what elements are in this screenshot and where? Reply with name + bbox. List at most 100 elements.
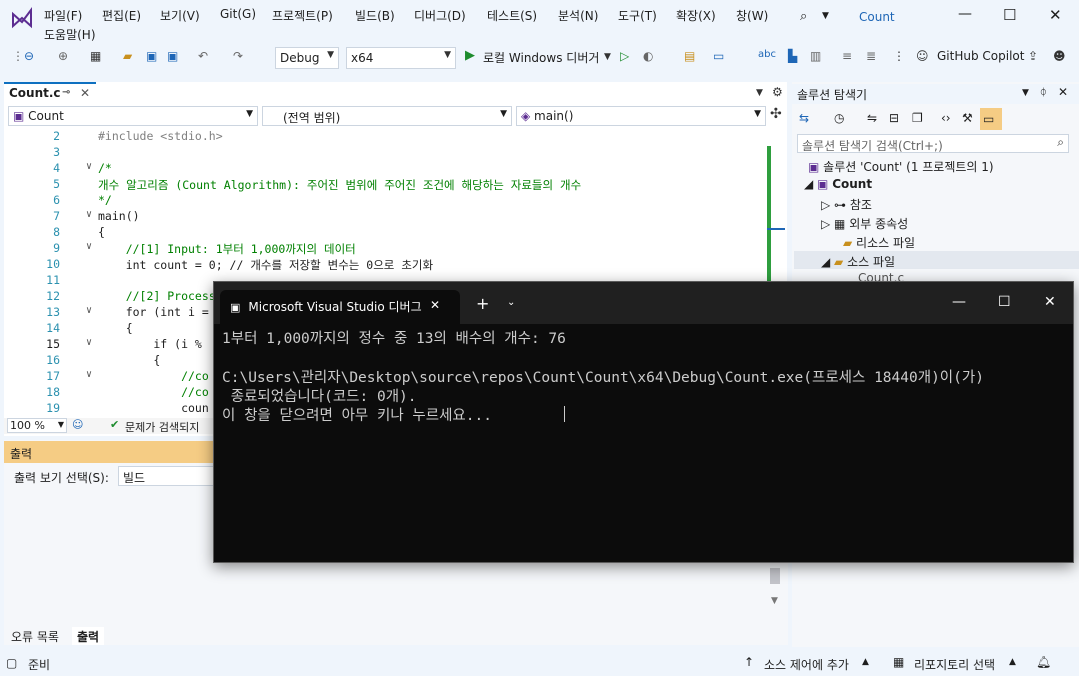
tree-project[interactable]: ◢ ▣ Count [804, 177, 872, 191]
scope-nav-select[interactable]: (전역 범위) ▼ [262, 106, 512, 126]
start-without-debug-icon[interactable]: ▷ [620, 49, 629, 63]
platform-select[interactable]: x64 ▼ [346, 47, 456, 69]
tab-list-icon[interactable]: ▼ [756, 88, 763, 98]
member-nav-select[interactable]: ◈ main() ▼ [516, 106, 766, 126]
tree-external-deps[interactable]: ▷ ▦ 외부 종속성 [821, 215, 908, 232]
editor-settings-icon[interactable]: ⚙ [772, 85, 783, 99]
fold-icon[interactable]: ∨ [86, 305, 92, 316]
split-editor-icon[interactable]: ✣ [770, 106, 782, 122]
scroll-down-icon[interactable]: ▼ [771, 596, 778, 606]
copilot-status-icon[interactable]: ☺ [72, 418, 83, 431]
console-close-button[interactable]: ✕ [1044, 294, 1056, 310]
menu-item[interactable]: 편집(E) [102, 7, 141, 24]
feedback-icon[interactable]: ☻ [1053, 49, 1066, 63]
navigate-forward-icon[interactable]: ⊕ [58, 49, 68, 63]
close-button[interactable]: ✕ [1049, 6, 1062, 24]
solution-search-input[interactable]: 솔루션 탐색기 검색(Ctrl+;) ⌕ [797, 134, 1069, 153]
console-minimize-button[interactable]: — [952, 294, 966, 310]
collapse-icon[interactable]: ⊟ [889, 111, 899, 125]
open-file-icon[interactable]: ▰ [123, 49, 132, 63]
output-source-select[interactable]: 빌드 [118, 466, 214, 486]
solution-icon: ▣ [808, 160, 824, 174]
save-icon[interactable]: ▣ [146, 49, 157, 63]
breakpoint-icon[interactable]: ▙ [788, 49, 797, 63]
navigate-back-icon[interactable]: ⊖ [24, 49, 34, 63]
menu-item[interactable]: 분석(N) [558, 7, 598, 24]
issues-status[interactable]: 문제가 검색되지 [125, 419, 199, 435]
notifications-icon[interactable]: 🔔︎ [1036, 655, 1051, 669]
back-icon[interactable]: ⇋ [867, 111, 877, 125]
save-all-icon[interactable]: ▣ [167, 49, 178, 63]
tree-external-deps-label: 외부 종속성 [849, 217, 909, 231]
new-tab-icon[interactable]: + [476, 294, 489, 313]
run-dropdown-icon[interactable]: ▼ [604, 52, 611, 62]
panel-menu-icon[interactable]: ▼ [1022, 88, 1029, 98]
pin-icon[interactable]: ⊸ [62, 87, 70, 98]
console-tab[interactable]: ▣ Microsoft Visual Studio 디버그 ✕ [220, 290, 460, 324]
menu-item[interactable]: 테스트(S) [487, 7, 537, 24]
tab-output[interactable]: 출력 [72, 627, 105, 645]
tree-resource-files[interactable]: ▰ 리소스 파일 [843, 234, 915, 251]
menu-item[interactable]: 도움말(H) [44, 26, 96, 43]
history-icon[interactable]: ◷ [834, 111, 844, 125]
properties-icon[interactable]: ⚒ [962, 111, 973, 125]
search-dropdown-icon[interactable]: ▼ [822, 11, 829, 21]
console-maximize-button[interactable]: ☐ [998, 294, 1011, 310]
tab-count-c[interactable]: Count.c ⊸ ✕ [4, 82, 96, 104]
code-view-icon[interactable]: ‹› [941, 111, 951, 125]
layout-icon[interactable]: ▭ [713, 49, 724, 63]
fold-icon[interactable]: ∨ [86, 161, 92, 172]
indent-icon[interactable]: ≡ [842, 49, 852, 63]
menu-item[interactable]: 도구(T) [618, 7, 657, 24]
copilot-button[interactable]: GitHub Copilot [937, 49, 1024, 63]
tab-error-list[interactable]: 오류 목록 [6, 627, 64, 645]
copy-icon[interactable]: ❐ [912, 111, 923, 125]
fold-icon[interactable]: ∨ [86, 369, 92, 380]
tree-source-files[interactable]: ◢ ▰ 소스 파일 [821, 253, 895, 270]
new-project-icon[interactable]: ▦ [90, 49, 101, 63]
minimize-button[interactable]: — [958, 6, 972, 22]
undo-icon[interactable]: ↶ [198, 49, 208, 63]
menu-item[interactable]: 디버그(D) [414, 7, 466, 24]
console-tab-close-icon[interactable]: ✕ [430, 298, 440, 312]
tab-dropdown-icon[interactable]: ⌄ [507, 297, 515, 308]
redo-icon[interactable]: ↷ [233, 49, 243, 63]
fold-icon[interactable]: ∨ [86, 337, 92, 348]
menu-item[interactable]: 보기(V) [160, 7, 200, 24]
outdent-icon[interactable]: ≣ [866, 49, 876, 63]
panel-close-icon[interactable]: ✕ [1058, 85, 1068, 99]
fold-icon[interactable]: ∨ [86, 241, 92, 252]
run-debugger-button[interactable]: 로컬 Windows 디버거 [483, 49, 599, 66]
add-source-control-button[interactable]: 소스 제어에 추가 [764, 656, 849, 673]
solution-search-placeholder: 솔루션 탐색기 검색(Ctrl+;) [802, 139, 943, 153]
search-icon[interactable]: ⌕ [800, 9, 807, 24]
tree-references[interactable]: ▷ ⊶ 참조 [821, 196, 872, 213]
sync-icon[interactable]: ⇆ [799, 111, 809, 125]
comment-icon[interactable]: ▥ [810, 49, 821, 63]
panel-pin-icon[interactable]: ᛰ [1040, 86, 1047, 99]
zoom-select[interactable]: 100 % ▼ [7, 418, 67, 433]
menu-item[interactable]: Git(G) [220, 7, 256, 21]
close-tab-icon[interactable]: ✕ [80, 86, 90, 100]
menu-item[interactable]: 확장(X) [676, 7, 716, 24]
hot-reload-icon[interactable]: ◐ [643, 49, 653, 63]
solution-folder-icon[interactable]: ▤ [684, 49, 695, 63]
menu-item[interactable]: 파일(F) [44, 7, 82, 24]
share-icon[interactable]: ⇪ [1028, 49, 1038, 63]
tree-solution-root[interactable]: ▣ 솔루션 'Count' (1 프로젝트의 1) [808, 158, 994, 175]
config-select[interactable]: Debug ▼ [275, 47, 339, 69]
menu-item[interactable]: 빌드(B) [355, 7, 395, 24]
tree-count-c[interactable]: Count.c [858, 271, 904, 281]
select-repository-button[interactable]: 리포지토리 선택 [914, 656, 995, 673]
start-debug-icon[interactable]: ▶ [465, 48, 475, 63]
menu-item[interactable]: 창(W) [736, 7, 768, 24]
toolbar-options-icon[interactable]: ⋮ [893, 49, 905, 63]
maximize-button[interactable]: ☐ [1003, 6, 1016, 24]
preview-toggle-icon[interactable]: ▭ [980, 108, 1002, 130]
spell-check-icon[interactable]: abc [758, 49, 776, 60]
output-scroll-thumb[interactable] [770, 568, 780, 584]
fold-icon[interactable]: ∨ [86, 209, 92, 220]
text-cursor [564, 406, 565, 422]
menu-item[interactable]: 프로젝트(P) [272, 7, 333, 24]
project-nav-select[interactable]: ▣ Count ▼ [8, 106, 258, 126]
